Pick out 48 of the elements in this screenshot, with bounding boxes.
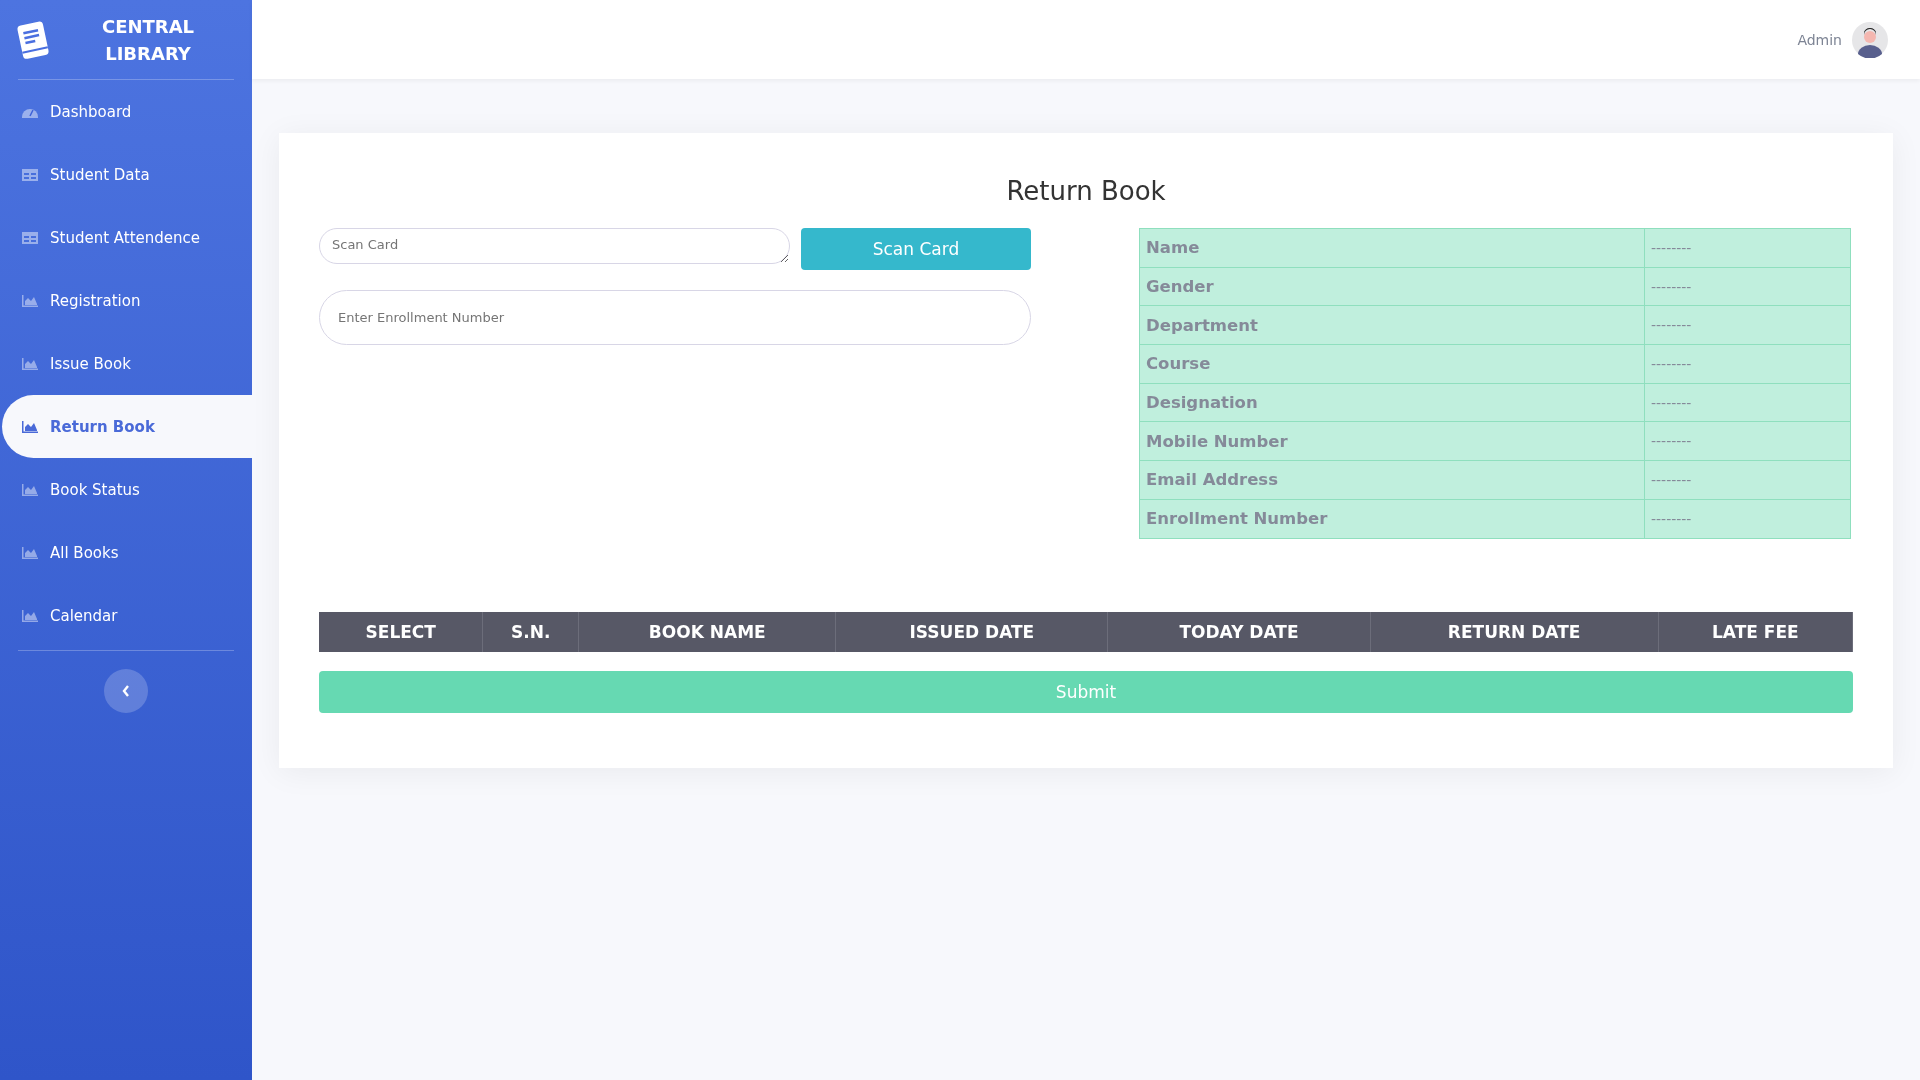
detail-label: Name [1139, 228, 1645, 268]
user-name: Admin [1797, 31, 1842, 48]
column-header: SELECT [319, 611, 484, 652]
detail-label: Email Address [1139, 460, 1645, 500]
detail-value: -------- [1644, 267, 1851, 306]
sidebar-item[interactable]: Issue Book [2, 332, 252, 395]
sidebar-item[interactable]: All Books [2, 521, 252, 584]
sidebar-item[interactable]: Registration [2, 269, 252, 332]
page-title: Return Book [1005, 176, 1167, 206]
column-header: RETURN DATE [1370, 611, 1659, 652]
detail-label: Course [1139, 344, 1645, 384]
detail-value: -------- [1644, 228, 1851, 268]
area-chart-icon [22, 294, 38, 307]
detail-label: Enrollment Number [1139, 499, 1645, 538]
area-chart-icon [22, 546, 38, 559]
avatar-icon[interactable] [1852, 21, 1888, 58]
column-header: BOOK NAME [579, 611, 837, 652]
sidebar-item[interactable]: Dashboard [2, 80, 252, 143]
detail-label: Designation [1139, 383, 1645, 422]
detail-label: Gender [1139, 267, 1645, 306]
column-header: S.N. [483, 611, 580, 652]
area-chart-icon [22, 357, 38, 370]
area-chart-icon [22, 420, 38, 433]
enrollment-number-field[interactable]: Enter Enrollment Number [319, 290, 1031, 345]
detail-label: Mobile Number [1139, 421, 1645, 461]
sidebar-item[interactable]: Calendar [2, 584, 252, 647]
sidebar-item[interactable]: Book Status [2, 458, 252, 521]
brand-title: CENTRAL LIBRARY [100, 14, 196, 66]
detail-value: -------- [1644, 344, 1851, 384]
scan-card-button[interactable]: Scan Card [801, 228, 1031, 270]
sidebar-item[interactable]: Return Book [2, 395, 252, 458]
column-header: ISSUED DATE [836, 611, 1109, 652]
table-icon [22, 231, 38, 244]
detail-value: -------- [1644, 421, 1851, 461]
area-chart-icon [22, 609, 38, 622]
column-header: LATE FEE [1658, 611, 1853, 652]
sidebar-item[interactable]: Student Data [2, 143, 252, 206]
table-icon [22, 168, 38, 181]
detail-value: -------- [1644, 460, 1851, 500]
area-chart-icon [22, 483, 38, 496]
detail-label: Department [1139, 305, 1645, 345]
column-header: TODAY DATE [1108, 611, 1371, 652]
sidebar-item[interactable]: Student Attendence [2, 206, 252, 269]
detail-value: -------- [1644, 499, 1851, 538]
chevron-left-icon [122, 685, 130, 697]
detail-value: -------- [1644, 383, 1851, 422]
detail-value: -------- [1644, 305, 1851, 345]
scan-card-field[interactable]: Scan Card [319, 228, 790, 264]
